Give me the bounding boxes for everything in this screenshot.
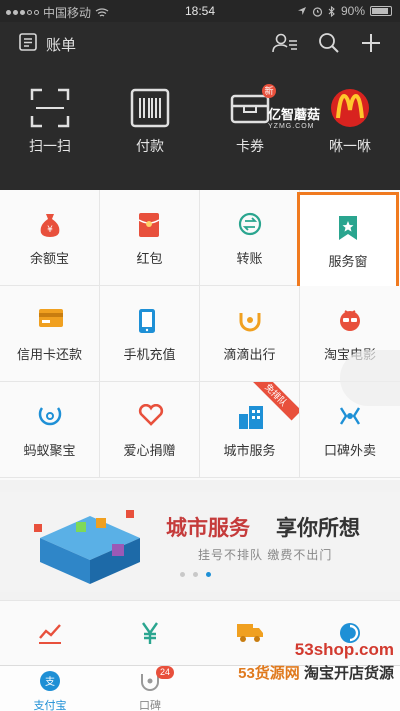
ant-fortune-icon — [38, 407, 62, 426]
new-badge: 新 — [262, 84, 276, 98]
quick-action-label: 咻一咻 — [329, 138, 371, 154]
bill-list-icon[interactable] — [18, 32, 38, 52]
red-envelope-icon — [138, 213, 160, 237]
grid-item-label: 信用卡还款 — [16, 347, 82, 362]
stock-chart-icon — [39, 624, 61, 644]
quick-actions: 扫一扫 付款 新 卡券 咻一咻 — [0, 82, 400, 182]
grid-item-label: 滴滴出行 — [223, 347, 276, 362]
site-slogan: 53货源网 淘宝开店货源 — [214, 662, 394, 683]
quick-action-scan[interactable]: 扫一扫 — [0, 82, 100, 182]
quick-action-xiu[interactable]: 咻一咻 — [300, 82, 400, 182]
bill-title-button[interactable]: 账单 — [46, 34, 76, 55]
grid-item-credit-card[interactable]: 信用卡还款 — [0, 286, 100, 382]
site-watermark: 53shop.com 53货源网 淘宝开店货源 — [214, 640, 394, 683]
quick-action-pay[interactable]: 付款 — [100, 82, 200, 182]
grid-item-label: 城市服务 — [223, 443, 276, 458]
service-grid: ¥ 余额宝 红包 转账 服务窗 信用卡还款 手机充值 滴滴出行 淘宝电影 蚂蚁聚… — [0, 190, 400, 480]
status-bar: 中国移动 18:54 90% — [0, 0, 400, 22]
heart-icon — [138, 404, 164, 426]
tab-badge: 24 — [156, 666, 175, 679]
promo-banner[interactable]: 城市服务 享你所想 挂号不排队 缴费不出门 — [0, 492, 400, 592]
search-icon[interactable] — [318, 32, 340, 54]
battery-level — [372, 8, 389, 14]
mcdonalds-logo-icon — [331, 89, 369, 127]
grid-item-label: 口碑外卖 — [323, 443, 376, 458]
movie-icon — [340, 310, 360, 331]
barcode-icon — [130, 88, 170, 128]
watermark-logo: 亿智蘑菇 YZMG.COM — [268, 104, 320, 130]
grid-item-donation[interactable]: 爱心捐赠 — [100, 382, 200, 478]
quick-action-label: 卡券 — [236, 138, 264, 154]
status-right: 90% — [297, 4, 392, 18]
svg-text:¥: ¥ — [47, 225, 53, 235]
alarm-icon — [312, 6, 323, 17]
battery-percent: 90% — [340, 4, 365, 18]
grid-item-phone-topup[interactable]: 手机充值 — [100, 286, 200, 382]
takeout-icon — [339, 407, 361, 425]
tab-alipay[interactable]: 支 支付宝 — [0, 670, 100, 711]
grid-item-yuebao[interactable]: ¥ 余额宝 — [0, 190, 100, 286]
grid-item-label: 爱心捐赠 — [123, 443, 176, 458]
tab-koubei[interactable]: 24 口碑 — [100, 666, 200, 711]
grid-item-fuwuchuang[interactable]: 服务窗 — [297, 192, 399, 292]
svg-text:支: 支 — [45, 676, 55, 688]
contacts-icon[interactable] — [272, 32, 298, 54]
grid-item-stocks[interactable] — [0, 621, 100, 650]
watermark-text: 亿智蘑菇 — [268, 107, 321, 122]
tab-label: 支付宝 — [33, 700, 67, 711]
grid-item-zhuanzhang[interactable]: 转账 — [200, 190, 300, 286]
quick-action-label: 扫一扫 — [29, 138, 71, 154]
grid-item-didi[interactable]: 滴滴出行 — [200, 286, 300, 382]
battery-icon — [370, 6, 392, 16]
header-toolbar: 账单 — [0, 22, 400, 62]
quick-action-label: 付款 — [136, 138, 164, 154]
grid-item-fund[interactable] — [100, 621, 200, 650]
phone-icon — [139, 309, 155, 333]
grid-item-label: 转账 — [236, 251, 263, 266]
pager-dot[interactable] — [180, 572, 185, 577]
alipay-icon: 支 — [40, 671, 60, 691]
pager-dot[interactable] — [193, 572, 198, 577]
city-icon — [239, 406, 263, 429]
app-header: 账单 扫一扫 付款 新 卡券 咻一咻 亿智蘑菇 YZMG.COM — [0, 22, 400, 190]
banner-subtitle: 挂号不排队 缴费不出门 — [198, 548, 333, 562]
grid-item-city-service[interactable]: 免排队 城市服务 — [200, 382, 300, 478]
quick-action-cards[interactable]: 新 卡券 — [200, 82, 300, 182]
money-bag-icon: ¥ — [40, 214, 60, 237]
credit-card-icon — [39, 309, 63, 327]
bookmark-star-icon — [339, 216, 357, 240]
scan-icon — [30, 88, 70, 128]
tab-label: 口碑 — [139, 700, 161, 711]
grid-item-label: 红包 — [136, 251, 163, 266]
grid-item-hongbao[interactable]: 红包 — [100, 190, 200, 286]
transfer-icon — [238, 212, 262, 236]
yuan-icon — [142, 622, 158, 644]
grid-item-label: 蚂蚁聚宝 — [23, 443, 76, 458]
grid-item-ant-fortune[interactable]: 蚂蚁聚宝 — [0, 382, 100, 478]
bluetooth-icon — [328, 5, 335, 17]
site-url: 53shop.com — [294, 640, 394, 659]
site-name: 53货源网 — [238, 665, 300, 682]
banner-pager — [180, 572, 211, 577]
banner-title-red: 城市服务 — [166, 517, 250, 540]
banner-title-dark: 享你所想 — [276, 517, 360, 540]
grid-item-label: 手机充值 — [123, 347, 176, 362]
watermark-url: YZMG.COM — [268, 123, 315, 130]
cube-illustration-icon — [34, 510, 140, 584]
side-handle[interactable] — [340, 350, 400, 406]
pager-dot-active[interactable] — [206, 572, 211, 577]
didi-icon — [239, 313, 261, 332]
add-icon[interactable] — [360, 32, 382, 54]
grid-item-label: 服务窗 — [328, 254, 368, 269]
location-arrow-icon — [297, 7, 306, 15]
grid-item-label: 余额宝 — [29, 251, 69, 266]
site-tagline: 淘宝开店货源 — [303, 665, 394, 682]
